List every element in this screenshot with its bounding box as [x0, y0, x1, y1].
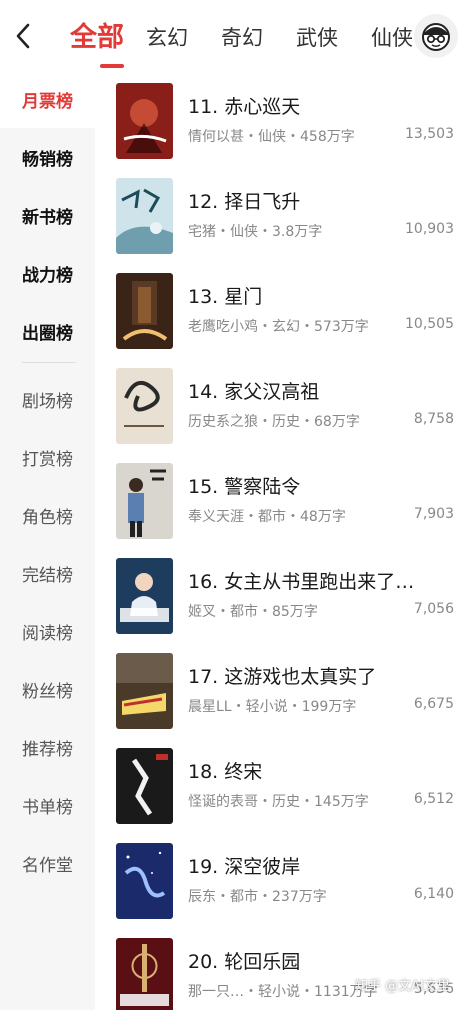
book-cover [116, 463, 173, 539]
sidebar-item-fans[interactable]: 粉丝榜 [0, 660, 95, 718]
book-meta: 怪诞的表哥・历史・145万字 [188, 794, 369, 810]
book-meta: 辰东・都市・237万字 [188, 889, 327, 905]
book-item[interactable]: 14. 家父汉高祖 历史系之狼・历史・68万字 8,758 [95, 361, 474, 456]
sidebar-item-power[interactable]: 战力榜 [0, 244, 95, 302]
book-cover [116, 273, 173, 349]
sidebar-item-bestseller[interactable]: 畅销榜 [0, 128, 95, 186]
sidebar-divider [22, 362, 76, 363]
book-cover [116, 368, 173, 444]
ticket-count: 6,675 [413, 696, 454, 712]
book-item[interactable]: 18. 终宋 怪诞的表哥・历史・145万字 6,512 [95, 741, 474, 836]
book-title: 16. 女主从书里跑出来了… [188, 571, 415, 593]
book-item[interactable]: 17. 这游戏也太真实了 晨星LL・轻小说・199万字 6,675 [95, 646, 474, 741]
tab-xuanhuan[interactable]: 玄幻 [146, 18, 188, 58]
book-meta: 历史系之狼・历史・68万字 [188, 414, 360, 430]
sidebar-item-character[interactable]: 角色榜 [0, 486, 95, 544]
book-item[interactable]: 15. 警察陆令 奉义天涯・都市・48万字 7,903 [95, 456, 474, 551]
book-cover [116, 938, 173, 1010]
book-meta: 宅猪・仙侠・3.8万字 [188, 224, 323, 240]
book-title: 18. 终宋 [188, 761, 263, 783]
book-title: 12. 择日飞升 [188, 191, 301, 213]
book-item[interactable]: 12. 择日飞升 宅猪・仙侠・3.8万字 10,903 [95, 171, 474, 266]
book-meta: 情何以甚・仙侠・458万字 [188, 129, 355, 145]
avatar-icon [422, 23, 450, 51]
ranking-list: 11. 赤心巡天 情何以甚・仙侠・458万字 13,503 12. 择日飞升 宅… [95, 70, 474, 1010]
avatar-button[interactable] [414, 14, 458, 58]
ranking-sidebar: 月票榜 畅销榜 新书榜 战力榜 出圈榜 剧场榜 打赏榜 角色榜 完结榜 阅读榜 … [0, 70, 95, 1010]
book-item[interactable]: 16. 女主从书里跑出来了… 姬叉・都市・85万字 7,056 [95, 551, 474, 646]
ticket-count: 7,056 [413, 601, 454, 617]
sidebar-item-booklist[interactable]: 书单榜 [0, 776, 95, 834]
sidebar-item-completed[interactable]: 完结榜 [0, 544, 95, 602]
tab-wuxia[interactable]: 武侠 [296, 18, 338, 58]
book-meta: 那一只…・轻小说・1131万字 [188, 984, 378, 1000]
ticket-count: 8,758 [413, 411, 454, 427]
back-button[interactable] [8, 18, 38, 54]
top-bar: 全部 玄幻 奇幻 武侠 仙侠 [0, 0, 474, 70]
sidebar-item-theater[interactable]: 剧场榜 [0, 370, 95, 428]
tab-xianxia[interactable]: 仙侠 [371, 18, 413, 58]
tab-all[interactable]: 全部 [70, 18, 124, 68]
ticket-count: 6,512 [413, 791, 454, 807]
watermark: 知乎 @文AI文里 [355, 979, 450, 994]
sidebar-item-recommend[interactable]: 推荐榜 [0, 718, 95, 776]
book-item[interactable]: 11. 赤心巡天 情何以甚・仙侠・458万字 13,503 [95, 76, 474, 171]
book-item[interactable]: 19. 深空彼岸 辰东・都市・237万字 6,140 [95, 836, 474, 931]
sidebar-item-new-books[interactable]: 新书榜 [0, 186, 95, 244]
sidebar-item-reward[interactable]: 打赏榜 [0, 428, 95, 486]
book-item[interactable]: 20. 轮回乐园 那一只…・轻小说・1131万字 5,636 [95, 931, 474, 1010]
ticket-count: 7,903 [413, 506, 454, 522]
ticket-count: 10,505 [405, 316, 454, 332]
book-title: 14. 家父汉高祖 [188, 381, 320, 403]
ticket-count: 13,503 [405, 126, 454, 142]
book-cover [116, 178, 173, 254]
book-cover [116, 83, 173, 159]
book-title: 13. 星门 [188, 286, 263, 308]
sidebar-item-reading[interactable]: 阅读榜 [0, 602, 95, 660]
tab-qihuan[interactable]: 奇幻 [221, 18, 263, 58]
book-title: 20. 轮回乐园 [188, 951, 301, 973]
book-cover [116, 843, 173, 919]
ticket-count: 10,903 [405, 221, 454, 237]
book-cover [116, 653, 173, 729]
book-meta: 晨星LL・轻小说・199万字 [188, 699, 357, 715]
book-cover [116, 748, 173, 824]
category-tabs: 全部 玄幻 奇幻 武侠 仙侠 [70, 14, 446, 68]
book-item[interactable]: 13. 星门 老鹰吃小鸡・玄幻・573万字 10,505 [95, 266, 474, 361]
book-meta: 老鹰吃小鸡・玄幻・573万字 [188, 319, 369, 335]
book-cover [116, 558, 173, 634]
book-title: 15. 警察陆令 [188, 476, 301, 498]
book-title: 11. 赤心巡天 [188, 96, 301, 118]
ticket-count: 6,140 [413, 886, 454, 902]
sidebar-item-hall-of-fame[interactable]: 名作堂 [0, 834, 95, 892]
book-title: 17. 这游戏也太真实了 [188, 666, 377, 688]
book-meta: 姬叉・都市・85万字 [188, 604, 318, 620]
sidebar-item-monthly-ticket[interactable]: 月票榜 [0, 70, 95, 128]
book-meta: 奉义天涯・都市・48万字 [188, 509, 346, 525]
chevron-left-icon [16, 23, 30, 49]
book-title: 19. 深空彼岸 [188, 856, 301, 878]
sidebar-item-breakout[interactable]: 出圈榜 [0, 302, 95, 360]
